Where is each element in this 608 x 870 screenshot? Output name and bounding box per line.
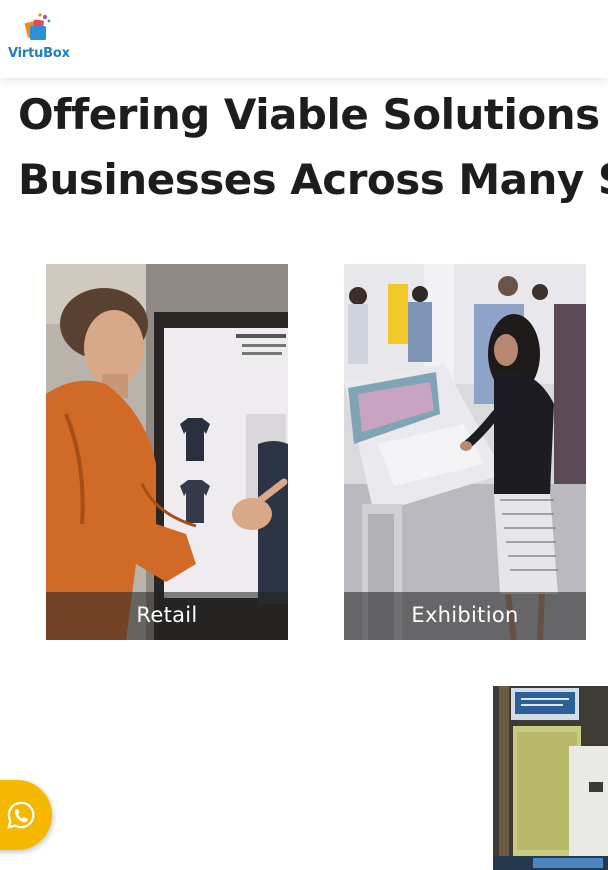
page: VirtuBox Offering Viable Solutions to Bu…: [0, 0, 608, 870]
exhibition-photo: [344, 264, 586, 640]
retail-card[interactable]: Retail: [46, 264, 288, 640]
page-title: Offering Viable Solutions to Businesses …: [18, 82, 608, 212]
kiosk-photo: [493, 686, 608, 870]
whatsapp-icon: [7, 801, 35, 829]
retail-card-label: Retail: [46, 592, 288, 640]
logo-icon: [24, 13, 51, 40]
page-title-line-2: Businesses Across Many Se: [18, 155, 608, 204]
page-title-line-1: Offering Viable Solutions to: [18, 90, 608, 139]
logo-text: VirtuBox: [8, 46, 70, 61]
kiosk-card-partial[interactable]: [493, 686, 608, 870]
virtubox-logo[interactable]: VirtuBox: [8, 12, 78, 66]
retail-photo: [46, 264, 288, 640]
exhibition-card-label: Exhibition: [344, 592, 586, 640]
whatsapp-button[interactable]: [0, 780, 52, 850]
exhibition-card[interactable]: Exhibition: [344, 264, 586, 640]
site-header: VirtuBox: [0, 0, 608, 78]
